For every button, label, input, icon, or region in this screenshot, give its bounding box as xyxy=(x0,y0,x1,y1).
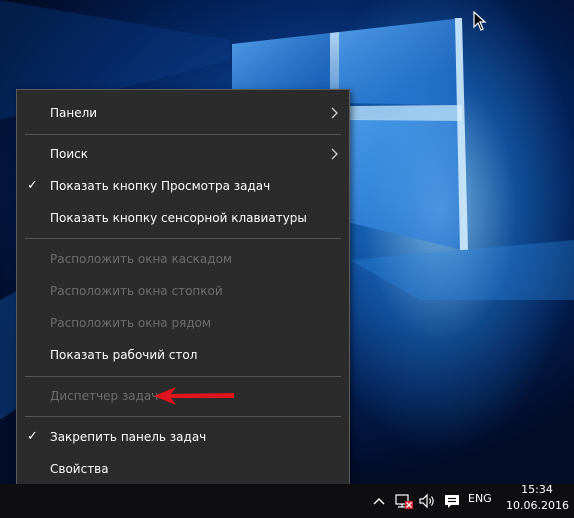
menu-item-label: Диспетчер задач xyxy=(50,389,159,403)
menu-item-properties[interactable]: Свойства xyxy=(17,453,349,485)
menu-item-stack-windows[interactable]: Расположить окна стопкой xyxy=(17,275,349,307)
menu-item-show-desktop[interactable]: Показать рабочий стол xyxy=(17,339,349,371)
menu-item-show-touch-keyboard-button[interactable]: Показать кнопку сенсорной клавиатуры xyxy=(17,202,349,234)
action-center-icon xyxy=(445,495,459,508)
network-icon xyxy=(395,494,413,509)
checkmark-icon: ✓ xyxy=(27,429,38,444)
menu-separator xyxy=(25,416,341,417)
checkmark-icon: ✓ xyxy=(27,178,38,193)
volume-icon xyxy=(419,493,434,509)
menu-item-search[interactable]: Поиск xyxy=(17,138,349,170)
menu-item-side-by-side-windows[interactable]: Расположить окна рядом xyxy=(17,307,349,339)
menu-item-label: Расположить окна стопкой xyxy=(50,284,223,298)
red-arrow-annotation-icon xyxy=(154,387,234,405)
chevron-right-icon xyxy=(331,107,338,119)
language-indicator[interactable]: ENG xyxy=(468,484,492,514)
action-center-button[interactable] xyxy=(441,484,463,518)
volume-button[interactable] xyxy=(417,484,439,518)
clock-date: 10.06.2016 xyxy=(506,499,569,512)
menu-separator xyxy=(25,376,341,377)
clock-time: 15:34 xyxy=(521,483,553,496)
show-hidden-icons-button[interactable] xyxy=(370,484,388,518)
menu-item-label: Расположить окна каскадом xyxy=(50,252,232,266)
menu-item-label: Показать рабочий стол xyxy=(50,348,198,362)
taskbar-context-menu: Панели Поиск ✓ Показать кнопку Просмотра… xyxy=(16,89,350,492)
menu-item-cascade-windows[interactable]: Расположить окна каскадом xyxy=(17,243,349,275)
menu-separator xyxy=(25,238,341,239)
taskbar[interactable]: ENG 15:34 10.06.2016 xyxy=(0,483,574,518)
menu-separator xyxy=(25,134,341,135)
menu-item-label: Панели xyxy=(50,106,98,120)
menu-item-label: Свойства xyxy=(50,462,109,476)
menu-item-show-task-view-button[interactable]: ✓ Показать кнопку Просмотра задач xyxy=(17,170,349,202)
menu-item-label: Расположить окна рядом xyxy=(50,316,212,330)
chevron-right-icon xyxy=(331,148,338,160)
menu-item-label: Показать кнопку Просмотра задач xyxy=(50,179,271,193)
menu-item-label: Поиск xyxy=(50,147,89,161)
mouse-cursor-icon xyxy=(473,11,487,31)
menu-item-toolbars[interactable]: Панели xyxy=(17,97,349,129)
chevron-up-icon xyxy=(373,498,385,505)
menu-item-label: Показать кнопку сенсорной клавиатуры xyxy=(50,211,307,225)
menu-item-label: Закрепить панель задач xyxy=(50,430,207,444)
network-status-button[interactable] xyxy=(393,484,415,518)
menu-item-lock-taskbar[interactable]: ✓ Закрепить панель задач xyxy=(17,421,349,453)
